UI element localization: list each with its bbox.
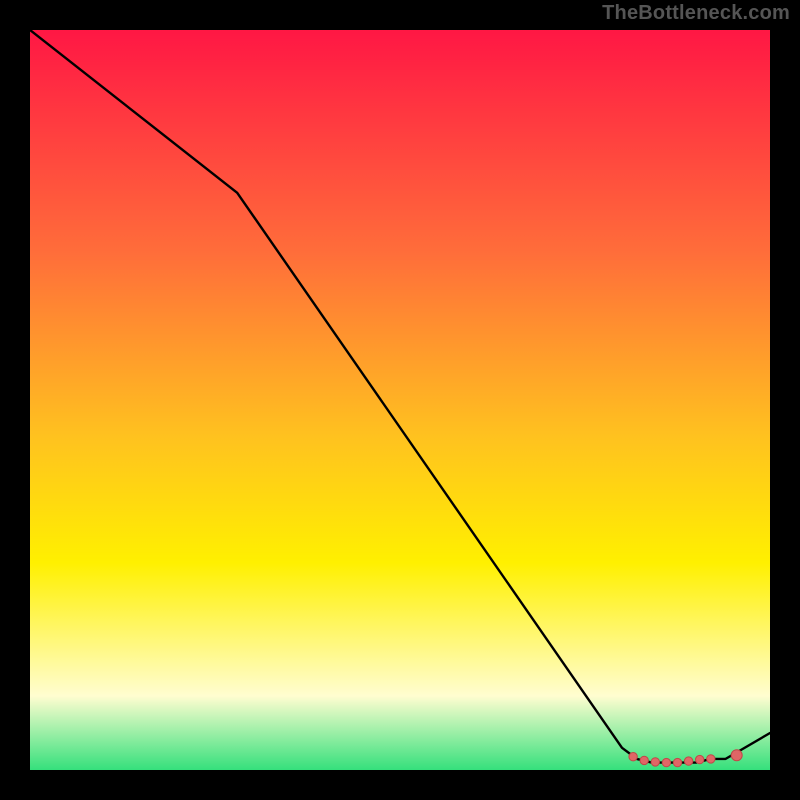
flat-segment-dot	[696, 755, 704, 763]
flat-segment-dot	[640, 756, 648, 764]
flat-segment-end	[731, 750, 742, 761]
watermark-label: TheBottleneck.com	[602, 2, 790, 25]
chart-frame: TheBottleneck.com	[0, 0, 800, 800]
flat-segment-dot	[629, 753, 637, 761]
flat-segment-dot	[662, 758, 670, 766]
flat-segment-dot	[707, 755, 715, 763]
flat-segment-dot	[651, 758, 659, 766]
gradient-background	[30, 30, 770, 770]
chart-svg	[30, 30, 770, 770]
plot-area	[30, 30, 770, 770]
flat-segment-dot	[673, 758, 681, 766]
flat-segment-dot	[684, 757, 692, 765]
